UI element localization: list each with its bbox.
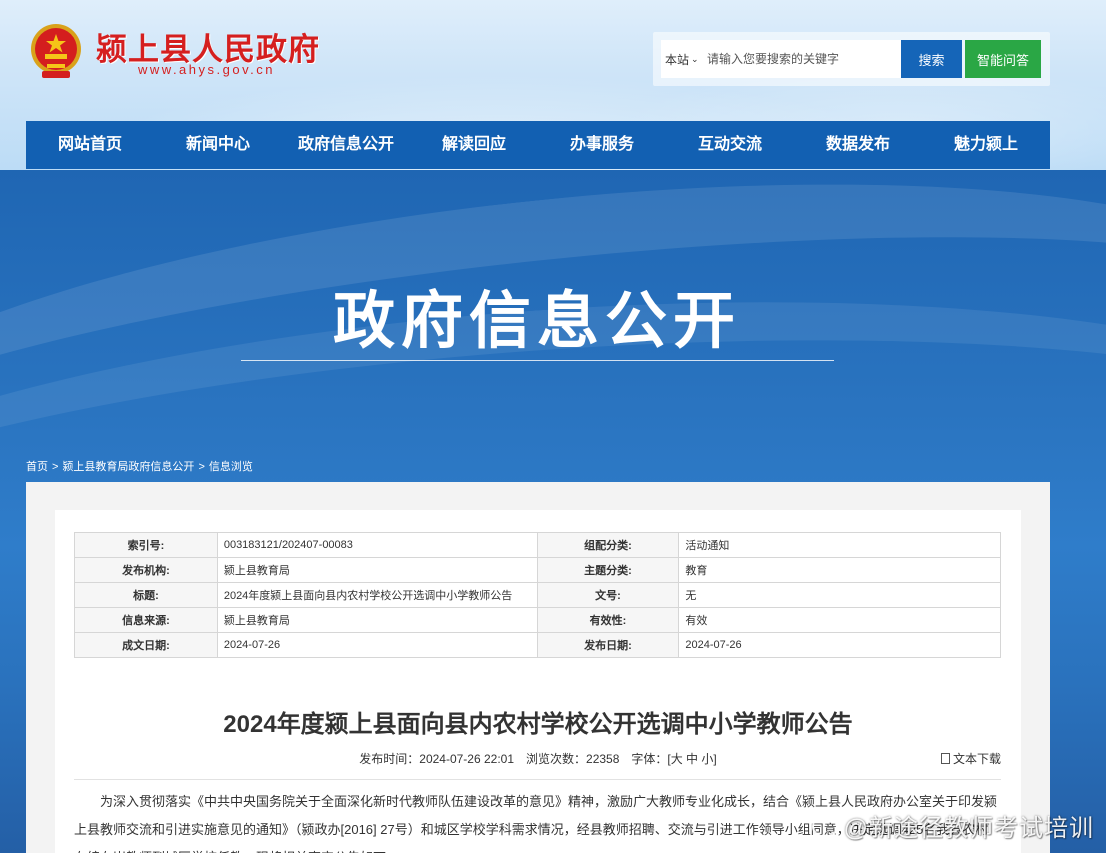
- breadcrumb-home[interactable]: 首页: [26, 461, 48, 473]
- meta-key: 有效性:: [536, 607, 680, 633]
- content-panel: 索引号: 003183121/202407-00083 组配分类: 活动通知 发…: [26, 482, 1050, 853]
- nav-item-interaction[interactable]: 互动交流: [666, 121, 794, 169]
- document-icon: [940, 753, 950, 764]
- main-nav: 网站首页 新闻中心 政府信息公开 解读回应 办事服务 互动交流 数据发布 魅力颍…: [26, 121, 1050, 169]
- table-row: 发布机构: 颍上县教育局 主题分类: 教育: [74, 557, 1001, 583]
- meta-key: 成文日期:: [74, 632, 218, 658]
- meta-key: 文号:: [536, 582, 680, 608]
- search-field-wrapper: 本站 ⌄: [661, 40, 901, 78]
- search-button[interactable]: 搜索: [901, 40, 962, 78]
- search-box: 本站 ⌄ 搜索 智能问答: [653, 32, 1050, 86]
- chevron-down-icon: ⌄: [691, 53, 699, 64]
- meta-value: 2024-07-26: [678, 632, 1001, 658]
- table-row: 索引号: 003183121/202407-00083 组配分类: 活动通知: [74, 532, 1001, 558]
- search-scope-label: 本站: [665, 52, 690, 67]
- table-row: 信息来源: 颍上县教育局 有效性: 有效: [74, 607, 1001, 633]
- search-scope-select[interactable]: 本站 ⌄: [661, 51, 707, 68]
- ai-qa-button[interactable]: 智能问答: [965, 40, 1041, 78]
- meta-key: 主题分类:: [536, 557, 680, 583]
- meta-value: 2024年度颍上县面向县内农村学校公开选调中小学教师公告: [216, 582, 538, 608]
- meta-value: 2024-07-26: [216, 632, 538, 658]
- meta-key: 组配分类:: [536, 532, 680, 558]
- meta-value: 有效: [678, 607, 1001, 633]
- national-emblem-icon[interactable]: [26, 22, 86, 82]
- nav-item-gov-info[interactable]: 政府信息公开: [282, 121, 410, 169]
- nav-item-services[interactable]: 办事服务: [538, 121, 666, 169]
- meta-value: 活动通知: [678, 532, 1001, 558]
- info-meta-table: 索引号: 003183121/202407-00083 组配分类: 活动通知 发…: [74, 532, 1001, 658]
- table-row: 标题: 2024年度颍上县面向县内农村学校公开选调中小学教师公告 文号: 无: [74, 582, 1001, 608]
- banner-title: 政府信息公开: [332, 284, 741, 357]
- breadcrumb-separator: >: [198, 461, 205, 473]
- search-input[interactable]: [707, 52, 895, 66]
- weibo-icon: [811, 814, 838, 837]
- text-download-link[interactable]: 文本下载: [940, 750, 1001, 767]
- meta-value: 无: [678, 582, 1001, 608]
- meta-value: 教育: [678, 557, 1001, 583]
- nav-item-news[interactable]: 新闻中心: [154, 121, 282, 169]
- meta-value: 颍上县教育局: [216, 607, 538, 633]
- meta-key: 信息来源:: [74, 607, 218, 633]
- meta-value: 003183121/202407-00083: [216, 532, 538, 558]
- meta-value: 颍上县教育局: [216, 557, 538, 583]
- article-meta: 发布时间：2024-07-26 22:01 浏览次数：22358 字体：[大 中 小…: [55, 750, 1021, 767]
- meta-key: 发布日期:: [536, 632, 680, 658]
- download-label: 文本下载: [952, 752, 1001, 766]
- view-count: 浏览次数：22358: [526, 752, 620, 766]
- table-row: 成文日期: 2024-07-26 发布日期: 2024-07-26: [74, 632, 1001, 658]
- meta-key: 索引号:: [74, 532, 218, 558]
- breadcrumb: 首页 > 颍上县教育局政府信息公开 > 信息浏览: [26, 458, 253, 474]
- publish-time: 发布时间：2024-07-26 22:01: [359, 752, 515, 766]
- article-container: 索引号: 003183121/202407-00083 组配分类: 活动通知 发…: [55, 510, 1021, 853]
- watermark-text: @新途径教师考试培训: [843, 815, 1094, 842]
- breadcrumb-bureau[interactable]: 颍上县教育局政府信息公开: [62, 461, 194, 473]
- nav-item-interpretation[interactable]: 解读回应: [410, 121, 538, 169]
- nav-item-home[interactable]: 网站首页: [26, 121, 154, 169]
- meta-key: 发布机构:: [74, 557, 218, 583]
- breadcrumb-separator: >: [52, 461, 59, 473]
- nav-item-data[interactable]: 数据发布: [794, 121, 922, 169]
- font-size-switch[interactable]: 字体：[大 中 小]: [631, 752, 716, 766]
- watermark: @新途径教师考试培训: [811, 808, 1094, 843]
- article-title: 2024年度颍上县面向县内农村学校公开选调中小学教师公告: [223, 711, 853, 738]
- banner-divider: [241, 360, 834, 361]
- article-divider: [74, 779, 1001, 780]
- nav-item-charm[interactable]: 魅力颍上: [922, 121, 1050, 169]
- site-url: www.ahys.gov.cn: [138, 62, 275, 77]
- breadcrumb-current[interactable]: 信息浏览: [209, 461, 253, 473]
- meta-key: 标题:: [74, 582, 218, 608]
